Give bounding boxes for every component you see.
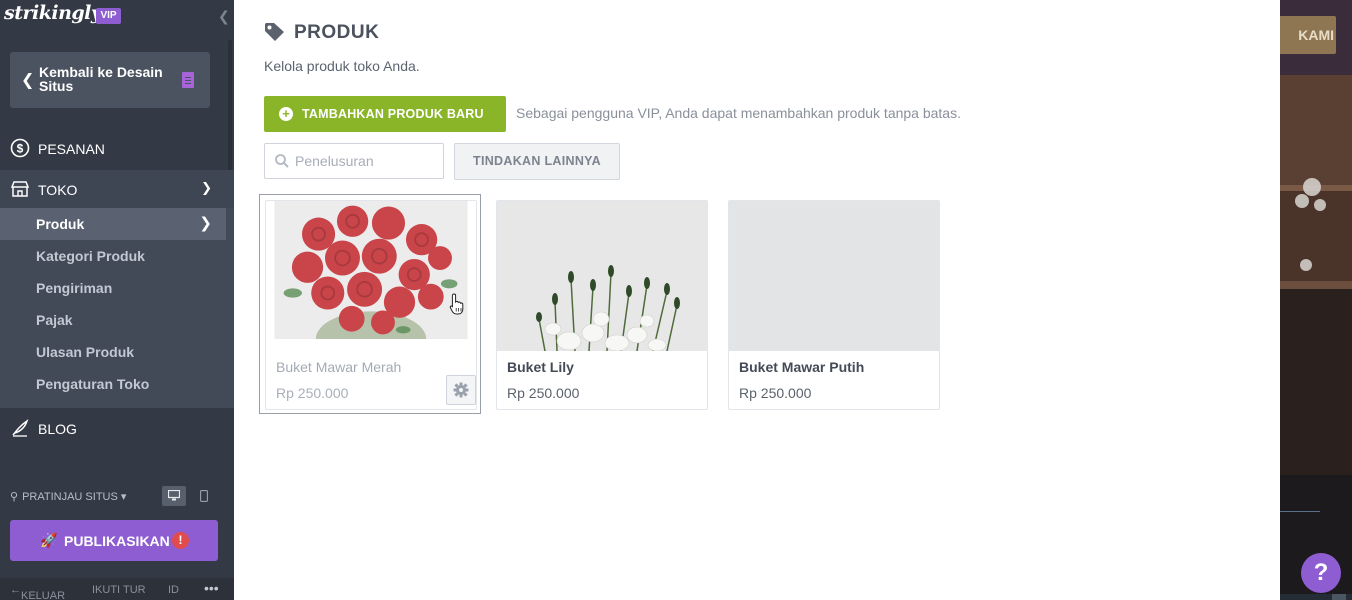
dollar-circle-icon: $ [10, 138, 30, 158]
sidebar-item-product-reviews[interactable]: Ulasan Produk [0, 336, 226, 368]
sidebar-item-orders[interactable]: $ PESANAN [0, 129, 234, 167]
chevron-right-icon: ❯ [199, 215, 212, 232]
take-tour-link[interactable]: IKUTI TUR [92, 584, 146, 596]
publish-label: PUBLIKASIKAN [64, 533, 170, 549]
gear-icon [453, 382, 469, 398]
more-actions-button[interactable]: TINDAKAN LAINNYA [454, 143, 620, 180]
more-options-icon[interactable]: ••• [204, 580, 219, 596]
preview-navbar: KAMI [1280, 0, 1352, 75]
brand-row: strikingly VIP ❮ [0, 0, 234, 36]
quill-icon [12, 419, 29, 437]
sidebar-item-label: BLOG [38, 421, 77, 437]
sidebar-item-product-categories[interactable]: Kategori Produk [0, 240, 226, 272]
submenu-label: Produk [36, 216, 85, 232]
submenu-label: Ulasan Produk [36, 344, 135, 360]
add-new-product-button[interactable]: + TAMBAHKAN PRODUK BARU [264, 96, 506, 132]
back-to-site-design-button[interactable]: ❮ Kembali ke Desain Situs [10, 52, 210, 108]
sidebar-item-store-settings[interactable]: Pengaturan Toko [0, 368, 226, 400]
product-card[interactable]: Buket Lily Rp 250.000 [496, 200, 708, 410]
exit-link[interactable]: ← KELUAR [10, 584, 65, 600]
desktop-view-toggle[interactable] [162, 486, 186, 506]
chevron-left-icon: ❮ [21, 72, 35, 89]
publish-button[interactable]: 🚀 PUBLIKASIKAN ! [10, 520, 218, 561]
brand-logo: strikingly [4, 2, 102, 24]
page-title: PRODUK [294, 22, 380, 43]
search-icon: ⚲ [10, 491, 19, 503]
add-product-label: TAMBAHKAN PRODUK BARU [302, 107, 484, 121]
rocket-icon: 🚀 [40, 532, 58, 548]
product-settings-button[interactable] [446, 375, 476, 405]
plus-circle-icon: + [279, 107, 293, 121]
product-card[interactable]: Buket Mawar Merah Rp 250.000 [265, 200, 477, 410]
page-design-icon [182, 72, 194, 88]
product-card[interactable]: Buket Mawar Putih Rp 250.000 [728, 200, 940, 410]
product-image-white-lily [497, 201, 707, 351]
preview-divider [1280, 511, 1320, 512]
back-button-label: Kembali ke Desain Situs [39, 64, 163, 94]
product-price: Rp 250.000 [739, 385, 812, 401]
site-preview-strip: KAMI ? [1280, 0, 1352, 600]
submenu-label: Pengiriman [36, 280, 113, 296]
mobile-icon [200, 490, 208, 502]
collapse-sidebar-icon[interactable]: ❮ [218, 8, 230, 25]
preview-bottom-bar [1280, 594, 1352, 600]
sidebar-item-tax[interactable]: Pajak [0, 304, 226, 336]
site-preview-label: PRATINJAU SITUS [22, 491, 118, 503]
vip-badge: VIP [96, 8, 121, 24]
preview-nav-button[interactable]: KAMI [1280, 16, 1336, 54]
sidebar-footer: ← KELUAR IKUTI TUR ID ••• [0, 578, 234, 600]
store-icon [10, 181, 30, 197]
product-price: Rp 250.000 [507, 385, 580, 401]
product-name: Buket Mawar Putih [739, 359, 865, 375]
search-icon [275, 154, 289, 168]
preview-hero-photo [1280, 75, 1352, 475]
search-input[interactable] [295, 152, 435, 170]
vip-unlimited-note: Sebagai pengguna VIP, Anda dapat menamba… [516, 105, 961, 121]
caret-down-icon: ▾ [120, 491, 127, 503]
exit-label: KELUAR [21, 590, 66, 600]
chevron-down-icon: ❯ [201, 180, 212, 195]
submenu-label: Kategori Produk [36, 248, 145, 264]
sidebar-item-label: PESANAN [38, 141, 105, 157]
products-panel: PRODUK Kelola produk toko Anda. + TAMBAH… [234, 0, 1280, 600]
mobile-view-toggle[interactable] [192, 486, 216, 506]
price-tag-icon [265, 23, 284, 41]
submenu-label: Pengaturan Toko [36, 376, 150, 392]
site-preview-row: ⚲ PRATINJAU SITUS ▾ [10, 486, 220, 506]
help-button[interactable]: ? [1301, 553, 1341, 593]
warning-badge: ! [172, 532, 189, 549]
site-preview-dropdown[interactable]: ⚲ PRATINJAU SITUS ▾ [10, 490, 126, 503]
hand-cursor-icon [449, 293, 464, 315]
editor-sidebar: strikingly VIP ❮ ❮ Kembali ke Desain Sit… [0, 0, 234, 600]
product-name: Buket Mawar Merah [276, 359, 402, 375]
language-switcher[interactable]: ID [168, 584, 179, 596]
sidebar-item-shipping[interactable]: Pengiriman [0, 272, 226, 304]
svg-text:$: $ [17, 142, 24, 156]
submenu-label: Pajak [36, 312, 73, 328]
sidebar-item-label: TOKO [38, 182, 78, 198]
product-search [264, 143, 444, 179]
product-name: Buket Lily [507, 359, 574, 375]
sidebar-item-blog[interactable]: BLOG [0, 409, 234, 447]
product-image-placeholder [729, 201, 939, 351]
desktop-icon [167, 489, 181, 501]
store-submenu: Produk ❯ Kategori Produk Pengiriman Paja… [0, 208, 234, 408]
product-price: Rp 250.000 [276, 385, 349, 401]
page-subtitle: Kelola produk toko Anda. [264, 58, 420, 74]
product-image-red-roses [274, 201, 468, 339]
sidebar-item-store[interactable]: TOKO ❯ [0, 170, 234, 208]
sidebar-item-products[interactable]: Produk ❯ [0, 208, 226, 240]
